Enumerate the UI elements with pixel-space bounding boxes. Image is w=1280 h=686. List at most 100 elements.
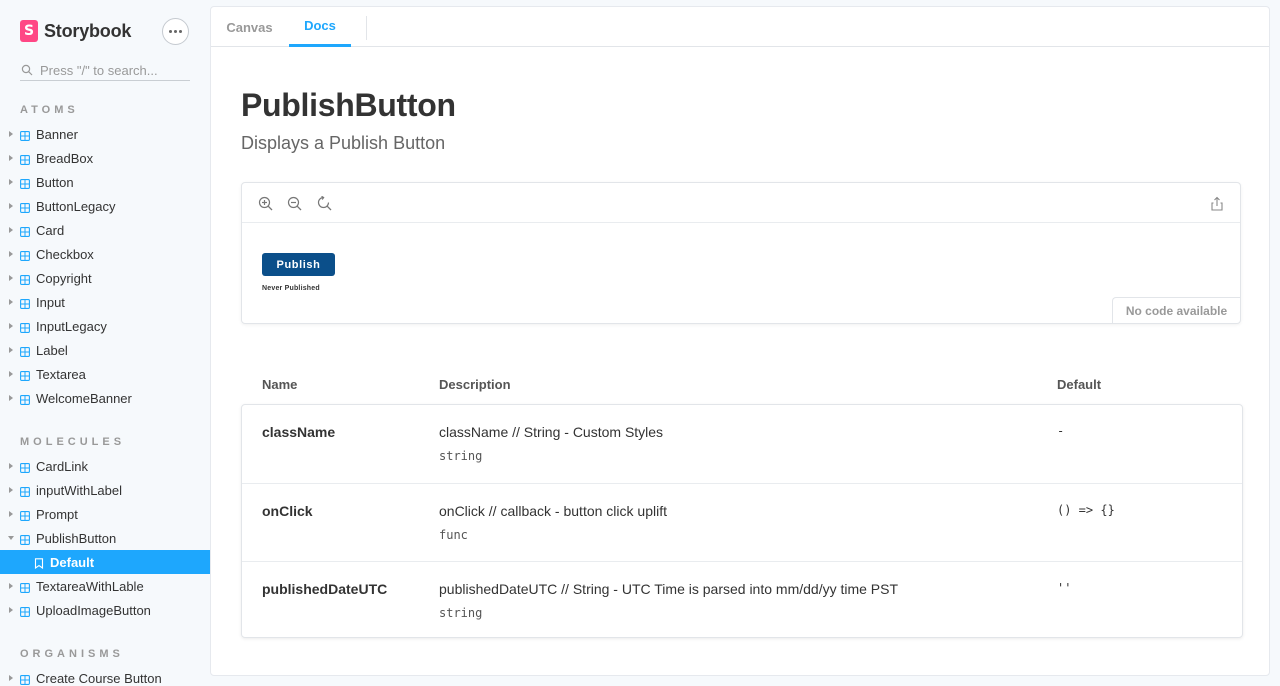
sidebar-item-card[interactable]: Card	[0, 218, 210, 242]
sidebar-item-label[interactable]: Label	[0, 338, 210, 362]
chevron-right-icon	[8, 155, 14, 161]
sidebar-item-buttonlegacy[interactable]: ButtonLegacy	[0, 194, 210, 218]
prop-default: ''	[1057, 581, 1072, 595]
sidebar-item-default[interactable]: Default	[0, 550, 210, 574]
component-icon	[20, 485, 30, 497]
sidebar-item-button[interactable]: Button	[0, 170, 210, 194]
chevron-down-icon	[8, 535, 14, 541]
sidebar-item-label: Copyright	[36, 270, 92, 286]
component-icon	[20, 297, 30, 309]
component-icon	[20, 393, 30, 405]
search-icon	[20, 63, 34, 77]
props-header-name: Name	[262, 377, 298, 392]
sidebar-item-label: Checkbox	[36, 246, 94, 262]
sidebar-item-checkbox[interactable]: Checkbox	[0, 242, 210, 266]
sidebar-item-uploadimagebutton[interactable]: UploadImageButton	[0, 598, 210, 622]
tab-canvas[interactable]: Canvas	[226, 7, 273, 47]
sidebar-item-label: UploadImageButton	[36, 602, 151, 618]
sidebar-item-input[interactable]: Input	[0, 290, 210, 314]
section-title-atoms: ATOMS	[20, 104, 79, 116]
chevron-right-icon	[8, 323, 14, 329]
sidebar-item-breadbox[interactable]: BreadBox	[0, 146, 210, 170]
chevron-right-icon	[8, 583, 14, 589]
brand-name: Storybook	[44, 20, 132, 41]
search-placeholder: Press "/" to search...	[40, 62, 158, 78]
tab-docs[interactable]: Docs	[289, 7, 351, 47]
prop-default: () => {}	[1057, 503, 1115, 517]
prop-type: string	[439, 449, 483, 463]
sidebar-item-label: ButtonLegacy	[36, 198, 116, 214]
sidebar-item-label: TextareaWithLable	[36, 578, 144, 594]
sidebar-item-textarea[interactable]: Textarea	[0, 362, 210, 386]
sidebar-item-label: Button	[36, 174, 74, 190]
sidebar: S Storybook Press "/" to search... ATOMS…	[0, 0, 210, 686]
chevron-right-icon	[8, 607, 14, 613]
bookmark-icon	[34, 557, 44, 569]
sidebar-item-cardlink[interactable]: CardLink	[0, 454, 210, 478]
prop-description: onClick // callback - button click uplif…	[439, 503, 667, 519]
storybook-brand[interactable]: S Storybook	[20, 20, 131, 42]
sidebar-item-textareawithlable[interactable]: TextareaWithLable	[0, 574, 210, 598]
sidebar-item-publishbutton[interactable]: PublishButton	[0, 526, 210, 550]
prop-type: func	[439, 528, 468, 542]
sidebar-item-create-course-button[interactable]: Create Course Button	[0, 666, 210, 686]
docs-panel: Canvas Docs PublishButton Displays a Pub…	[210, 6, 1270, 676]
search-input[interactable]: Press "/" to search...	[20, 60, 190, 81]
component-icon	[20, 153, 30, 165]
table-row: onClick onClick // callback - button cli…	[242, 483, 1242, 561]
sidebar-item-label: PublishButton	[36, 530, 117, 546]
table-row: publishedDateUTC publishedDateUTC // Str…	[242, 561, 1242, 639]
chevron-right-icon	[8, 511, 14, 517]
sidebar-item-label: Input	[36, 294, 65, 310]
preview-toolbar	[242, 183, 1240, 223]
component-icon	[20, 249, 30, 261]
sidebar-item-banner[interactable]: Banner	[0, 122, 210, 146]
component-icon	[20, 321, 30, 333]
share-icon[interactable]	[1209, 195, 1225, 211]
zoom-out-icon[interactable]	[286, 195, 302, 211]
more-options-button[interactable]	[162, 18, 189, 45]
sidebar-item-copyright[interactable]: Copyright	[0, 266, 210, 290]
component-icon	[20, 345, 30, 357]
component-icon	[20, 177, 30, 189]
chevron-right-icon	[8, 487, 14, 493]
sidebar-item-label: Label	[36, 342, 68, 358]
page-subtitle: Displays a Publish Button	[241, 133, 446, 153]
component-icon	[20, 533, 30, 545]
table-row: className className // String - Custom S…	[242, 405, 1242, 483]
component-icon	[20, 369, 30, 381]
sidebar-item-welcomebanner[interactable]: WelcomeBanner	[0, 386, 210, 410]
no-code-available-button[interactable]: No code available	[1112, 297, 1240, 323]
prop-name: className	[262, 424, 336, 440]
sidebar-item-label: Banner	[36, 126, 78, 142]
sidebar-item-label: inputWithLabel	[36, 482, 122, 498]
chevron-right-icon	[8, 179, 14, 185]
component-icon	[20, 673, 30, 685]
props-header-default: Default	[1057, 377, 1102, 392]
sidebar-item-inputlegacy[interactable]: InputLegacy	[0, 314, 210, 338]
reset-zoom-icon[interactable]	[316, 195, 332, 211]
chevron-right-icon	[8, 251, 14, 257]
component-icon	[20, 201, 30, 213]
sidebar-item-label: Textarea	[36, 366, 86, 382]
publish-status: Never Published	[262, 285, 320, 292]
publish-button[interactable]: Publish	[262, 253, 335, 276]
chevron-right-icon	[8, 227, 14, 233]
page-title: PublishButton	[241, 87, 456, 123]
sidebar-item-inputwithlabel[interactable]: inputWithLabel	[0, 478, 210, 502]
sidebar-item-label: Card	[36, 222, 65, 238]
tab-divider	[366, 16, 367, 40]
sidebar-item-prompt[interactable]: Prompt	[0, 502, 210, 526]
chevron-right-icon	[8, 675, 14, 681]
story-preview: Publish Never Published No code availabl…	[241, 182, 1241, 324]
zoom-in-icon[interactable]	[257, 195, 273, 211]
sidebar-item-label: CardLink	[36, 458, 89, 474]
chevron-right-icon	[8, 275, 14, 281]
chevron-right-icon	[8, 395, 14, 401]
prop-name: publishedDateUTC	[262, 581, 388, 597]
sidebar-item-label: BreadBox	[36, 150, 94, 166]
prop-default: -	[1057, 424, 1065, 438]
component-icon	[20, 273, 30, 285]
component-icon	[20, 129, 30, 141]
props-header-description: Description	[439, 377, 511, 392]
